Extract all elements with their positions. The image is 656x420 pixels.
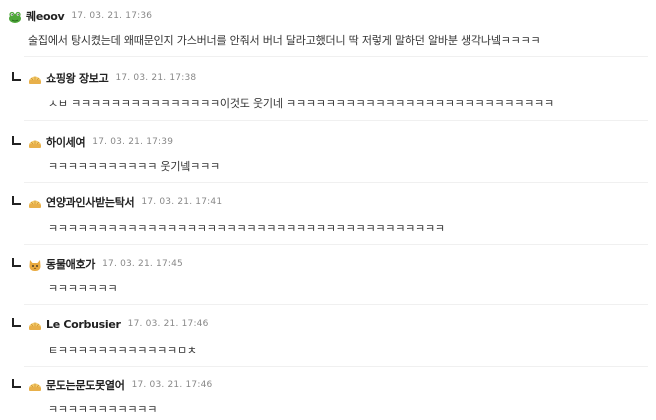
reply-arrow-icon — [12, 317, 21, 327]
comment-timestamp: 17. 03. 21. 17:39 — [92, 137, 174, 147]
divider — [24, 366, 648, 367]
comment-header: 퀘eoov 17. 03. 21. 17:36 — [8, 8, 152, 24]
comment-header: 연양과인사받는탁서 17. 03. 21. 17:41 — [12, 194, 222, 210]
reply-arrow-icon — [12, 195, 21, 205]
comment-text: ㅅㅂ ㅋㅋㅋㅋㅋㅋㅋㅋㅋㅋㅋㅋㅋㅋㅋ이것도 웃기네 ㅋㅋㅋㅋㅋㅋㅋㅋㅋㅋㅋㅋㅋㅋ… — [48, 97, 554, 110]
pie-avatar-icon — [28, 195, 42, 209]
comment-author[interactable]: 동물애호가 — [46, 256, 95, 272]
pie-avatar-icon — [28, 378, 42, 392]
reply-arrow-icon — [12, 378, 21, 388]
comment-author[interactable]: Le Corbusier — [46, 318, 121, 331]
comment-timestamp: 17. 03. 21. 17:38 — [115, 73, 197, 83]
reply-arrow-icon — [12, 135, 21, 145]
comment-header: 쇼핑왕 장보고 17. 03. 21. 17:38 — [12, 70, 196, 86]
comment-author[interactable]: 문도는문도못열어 — [46, 377, 125, 393]
comment-timestamp: 17. 03. 21. 17:41 — [141, 197, 223, 207]
reply-arrow-icon — [12, 71, 21, 81]
comment-header: 하이세여 17. 03. 21. 17:39 — [12, 134, 173, 150]
comment-timestamp: 17. 03. 21. 17:46 — [131, 380, 213, 390]
frog-avatar-icon — [8, 9, 22, 23]
comment-author[interactable]: 하이세여 — [46, 134, 86, 150]
comment-text: ㅌㅋㅋㅋㅋㅋㅋㅋㅋㅋㅋㅋㅋㅁㅊ — [48, 344, 197, 357]
cat-avatar-icon — [28, 257, 42, 271]
comment-author[interactable]: 퀘eoov — [26, 8, 65, 24]
comment-text: ㅋㅋㅋㅋㅋㅋㅋㅋㅋㅋㅋㅋㅋㅋㅋㅋㅋㅋㅋㅋㅋㅋㅋㅋㅋㅋㅋㅋㅋㅋㅋㅋㅋㅋㅋㅋㅋㅋㅋㅋ — [48, 222, 445, 235]
divider — [24, 120, 648, 121]
comment-timestamp: 17. 03. 21. 17:36 — [71, 11, 153, 21]
pie-avatar-icon — [28, 71, 42, 85]
comment-timestamp: 17. 03. 21. 17:45 — [102, 259, 183, 269]
comment-text: 술집에서 탕시켰는데 왜때문인지 가스버너를 안줘서 버너 달라고했더니 딱 저… — [28, 34, 541, 47]
comment-header: 문도는문도못열어 17. 03. 21. 17:46 — [12, 377, 212, 393]
divider — [24, 56, 648, 57]
pie-avatar-icon — [28, 317, 42, 331]
reply-arrow-icon — [12, 257, 21, 267]
comment-header: Le Corbusier 17. 03. 21. 17:46 — [12, 317, 209, 331]
comment-text: ㅋㅋㅋㅋㅋㅋㅋㅋㅋㅋㅋ 웃기넼ㅋㅋㅋ — [48, 160, 220, 173]
comment-text: ㅋㅋㅋㅋㅋㅋㅋㅋㅋㅋㅋ — [48, 403, 158, 416]
pie-avatar-icon — [28, 135, 42, 149]
comment-timestamp: 17. 03. 21. 17:46 — [127, 319, 209, 329]
comment-author[interactable]: 쇼핑왕 장보고 — [46, 70, 109, 86]
comment-header: 동물애호가 17. 03. 21. 17:45 — [12, 256, 183, 272]
comment-text: ㅋㅋㅋㅋㅋㅋㅋ — [48, 282, 118, 295]
divider — [24, 182, 648, 183]
comment-author[interactable]: 연양과인사받는탁서 — [46, 194, 135, 210]
divider — [24, 304, 648, 305]
divider — [24, 244, 648, 245]
